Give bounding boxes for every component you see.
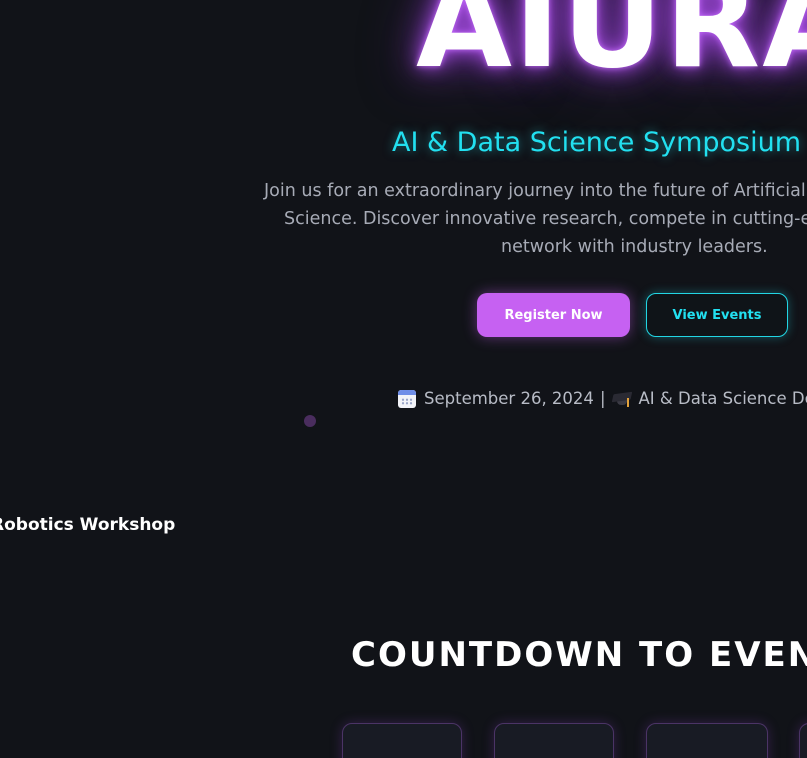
countdown-box-seconds xyxy=(799,723,807,758)
landing-page: AIURA AI & Data Science Symposium Join u… xyxy=(0,0,807,758)
hero-description-line-3: network with industry leaders. xyxy=(501,237,768,257)
graduation-cap-icon xyxy=(611,390,632,408)
hero-description-line-1: Join us for an extraordinary journey int… xyxy=(264,181,806,201)
countdown-heading: COUNTDOWN TO EVENTS xyxy=(351,635,807,675)
event-info-separator: | xyxy=(599,389,606,408)
hero-title: AIURA xyxy=(416,0,807,96)
floating-event-label: Robotics Workshop xyxy=(0,515,176,535)
floating-particle-dot xyxy=(304,415,316,427)
register-now-button[interactable]: Register Now xyxy=(477,293,630,337)
countdown-box-days xyxy=(342,723,462,758)
event-date: September 26, 2024 xyxy=(424,389,594,408)
event-department: AI & Data Science Dep xyxy=(638,389,807,408)
view-events-button[interactable]: View Events xyxy=(646,293,788,337)
calendar-icon xyxy=(398,389,416,408)
hero-subtitle: AI & Data Science Symposium xyxy=(392,127,802,158)
hero-description-line-2: Science. Discover innovative research, c… xyxy=(284,209,807,229)
countdown-box-minutes xyxy=(646,723,768,758)
countdown-box-hours xyxy=(494,723,614,758)
event-info: September 26, 2024 | AI & Data Science D… xyxy=(398,389,807,408)
